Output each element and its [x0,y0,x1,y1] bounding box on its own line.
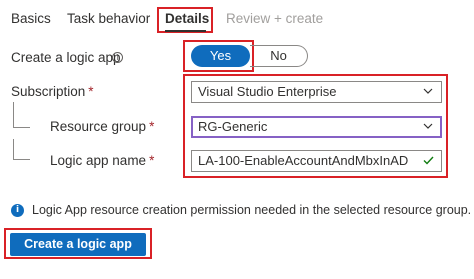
tab-bar: Basics Task behavior Details Review + cr… [0,0,474,40]
info-filled-icon: i [11,204,24,217]
toggle-no-option[interactable]: No [250,45,308,67]
toggle-yes-option[interactable]: Yes [191,45,250,67]
required-marker: * [149,119,155,134]
resource-group-dropdown[interactable]: RG-Generic [191,116,442,138]
tab-details[interactable]: Details [165,11,209,26]
tree-connector-line [13,102,30,128]
checkmark-icon [423,156,434,165]
subscription-value: Visual Studio Enterprise [198,84,337,99]
resource-group-label: Resource group * [50,119,154,134]
tab-basics[interactable]: Basics [11,11,51,26]
subscription-label-text: Subscription [11,84,86,99]
chevron-down-icon [423,88,433,94]
active-tab-indicator [165,30,206,32]
info-circle-icon[interactable]: i [112,52,123,63]
logic-app-name-input[interactable]: LA-100-EnableAccountAndMbxInAD [191,150,442,172]
tab-review-create[interactable]: Review + create [226,11,323,26]
logic-app-name-value: LA-100-EnableAccountAndMbxInAD [198,153,409,168]
required-marker: * [149,153,155,168]
required-marker: * [88,84,94,99]
logic-app-name-label: Logic app name * [50,153,154,168]
tree-connector-line [13,139,30,160]
logic-app-name-label-text: Logic app name [50,153,147,168]
create-logic-app-label: Create a logic app [11,50,121,65]
chevron-down-icon [423,123,433,129]
info-message: Logic App resource creation permission n… [32,203,472,217]
create-logic-app-button[interactable]: Create a logic app [10,233,146,256]
tab-task-behavior[interactable]: Task behavior [67,11,150,26]
subscription-label: Subscription * [11,84,94,99]
resource-group-label-text: Resource group [50,119,147,134]
subscription-dropdown[interactable]: Visual Studio Enterprise [191,81,442,103]
resource-group-value: RG-Generic [198,119,268,134]
